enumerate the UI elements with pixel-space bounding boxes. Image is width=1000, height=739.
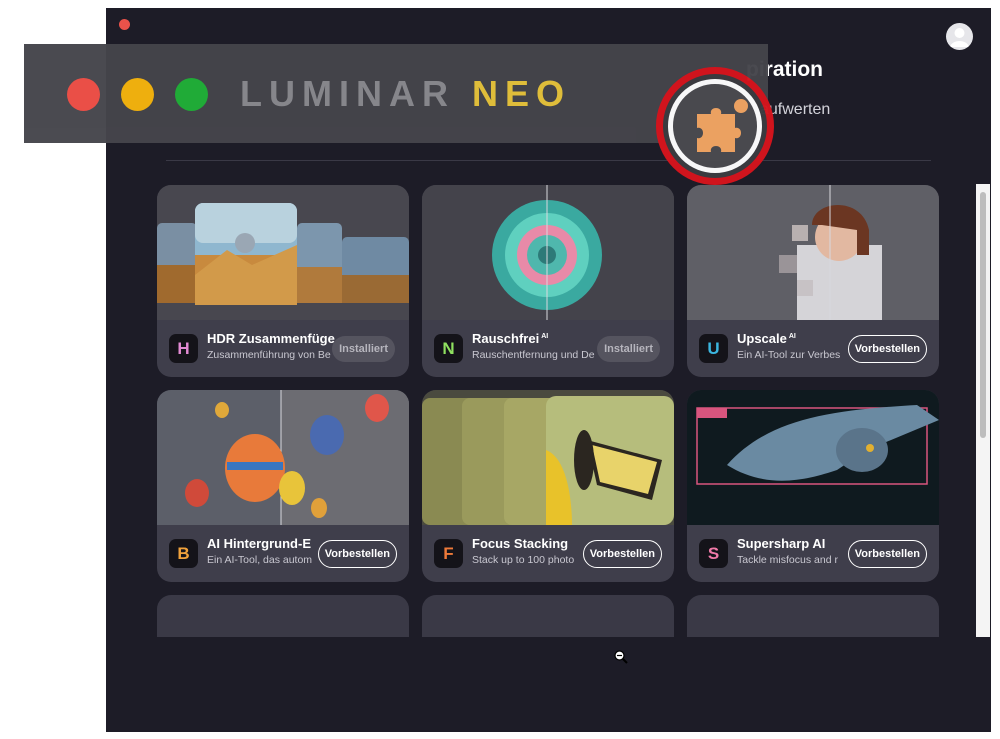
card-partial[interactable] [157,595,409,637]
hdr-thumbnail [157,185,409,320]
maximize-window-button[interactable] [175,78,208,111]
noiseless-app-icon: N [434,334,463,363]
zoomed-titlebar-overlay: LUMINAR NEO [24,44,774,185]
installed-button[interactable]: Installiert [332,336,395,362]
card-partial[interactable] [687,595,939,637]
installed-button[interactable]: Installiert [597,336,660,362]
card-description: Rauschentfernung und De [472,349,595,361]
supersharp-thumbnail [687,390,939,525]
scrollbar-thumb[interactable] [980,192,986,438]
card-title: AI Hintergrund-E [207,536,311,551]
card-upscale[interactable]: U Upscale AI Ein AI-Tool zur Verbes Vorbe… [687,185,939,377]
noiseless-thumbnail [422,185,674,320]
card-description: Zusammenführung von Be [207,349,331,361]
hdr-app-icon: H [169,334,198,363]
card-supersharp[interactable]: S Supersharp AI Tackle misfocus and r Vo… [687,390,939,582]
preorder-button[interactable]: Vorbestellen [847,335,927,363]
focus-stacking-thumbnail [422,390,674,525]
scrollbar[interactable] [976,184,990,637]
card-title: Focus Stacking [472,536,569,551]
card-hdr-merge[interactable]: H HDR Zusammenfüge Zusammenführung von B… [157,185,409,377]
upscale-thumbnail [687,185,939,320]
background-removal-app-icon: B [169,539,198,568]
highlight-circle [656,67,774,185]
close-window-button[interactable] [67,78,100,111]
extensions-grid: H HDR Zusammenfüge Zusammenführung von B… [157,185,940,637]
preorder-button[interactable]: Vorbestellen [847,540,927,568]
supersharp-app-icon: S [699,539,728,568]
window-close-button[interactable] [119,19,130,30]
preorder-button[interactable]: Vorbestellen [317,540,397,568]
extensions-button[interactable] [668,79,762,173]
user-avatar[interactable] [946,23,973,50]
upscale-app-icon: U [699,334,728,363]
preorder-button[interactable]: Vorbestellen [582,540,662,568]
card-noiseless[interactable]: N Rauschfrei AI Rauschentfernung und De I… [422,185,674,377]
minimize-window-button[interactable] [121,78,154,111]
puzzle-piece-icon [697,99,748,152]
luminar-neo-logo: LUMINAR NEO [240,73,572,114]
card-partial[interactable] [422,595,674,637]
zoom-cursor-icon [614,650,628,664]
card-title: Upscale AI [737,331,796,346]
card-background-removal[interactable]: B AI Hintergrund-E Ein AI-Tool, das auto… [157,390,409,582]
card-title: Supersharp AI [737,536,826,551]
card-focus-stacking[interactable]: F Focus Stacking Stack up to 100 photo V… [422,390,674,582]
focus-stacking-app-icon: F [434,539,463,568]
card-title: HDR Zusammenfüge [207,331,335,346]
card-title: Rauschfrei AI [472,331,549,346]
background-removal-thumbnail [157,390,409,525]
divider [166,160,931,161]
user-icon [950,28,969,47]
